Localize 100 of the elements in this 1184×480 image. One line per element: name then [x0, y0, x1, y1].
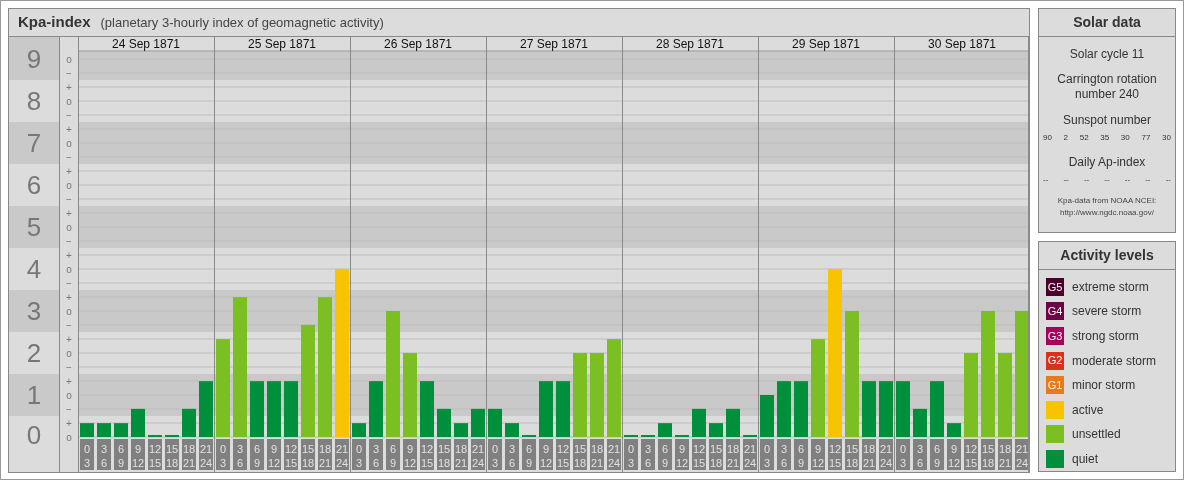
x-tick-label: 3 6	[100, 443, 108, 469]
minor-tick-label: −	[66, 193, 72, 205]
x-tick-label: 6 9	[933, 443, 941, 469]
minor-tick-label: −	[66, 109, 72, 121]
hour-range-label: 3 6	[97, 439, 111, 470]
kp-bar	[437, 408, 451, 437]
kp-bar	[947, 423, 961, 437]
hour-range-label: 15 18	[981, 439, 995, 470]
ap-value: --	[1083, 174, 1090, 186]
kp-bar	[267, 381, 281, 437]
kp-bar	[488, 408, 502, 437]
y-tick-label: 6	[26, 172, 42, 198]
hour-range-label: 3 6	[641, 439, 655, 470]
x-tick-label: 6 9	[253, 443, 261, 469]
hour-range-label: 21 24	[1015, 439, 1029, 470]
kp-bar	[199, 381, 213, 437]
sunspot-number: 77	[1141, 132, 1151, 144]
hour-range-label: 9 12	[267, 439, 281, 470]
x-tick-label: 12 15	[964, 443, 978, 469]
panel-subtitle: (planetary 3-hourly index of geomagnetic activity)	[100, 13, 384, 32]
x-tick-label: 18 21	[182, 443, 196, 469]
sunspot-number: 35	[1100, 132, 1110, 144]
x-tick-label: 0 3	[355, 443, 363, 469]
minor-tick-label: +	[66, 165, 72, 177]
x-tick-label: 18 21	[862, 443, 876, 469]
x-tick-label: 21 24	[199, 443, 213, 469]
solar-cycle: Solar cycle 11	[1069, 46, 1145, 63]
minor-tick-label: +	[66, 123, 72, 135]
ap-value: --	[1043, 174, 1049, 186]
minor-tick-label: o	[66, 137, 72, 149]
ap-value: --	[1145, 174, 1151, 186]
minor-tick-label: o	[66, 95, 72, 107]
ap-title: Daily Ap-index	[1068, 154, 1146, 171]
minor-tick-label: −	[66, 403, 72, 415]
level-swatch: G2	[1046, 351, 1064, 370]
level-swatch: G4	[1046, 302, 1064, 321]
kp-bar	[250, 381, 264, 437]
minor-tick-label: +	[66, 375, 72, 387]
minor-tick-label: −	[66, 319, 72, 331]
hour-range-label: 0 3	[216, 439, 230, 470]
minor-tick-label: +	[66, 417, 72, 429]
minor-tick-label: +	[66, 207, 72, 219]
x-tick-label: 3 6	[916, 443, 924, 469]
x-tick-label: 6 9	[117, 443, 125, 469]
y-tick-label: 8	[26, 88, 42, 114]
hour-range-label: 15 18	[709, 439, 723, 470]
x-tick-label: 3 6	[644, 443, 652, 469]
y-tick-label: 9	[26, 45, 42, 72]
kp-bar	[777, 381, 791, 437]
hour-range-label: 9 12	[131, 439, 145, 470]
hour-range-label: 21 24	[743, 439, 757, 470]
x-tick-label: 15 18	[165, 443, 179, 469]
kp-bar	[352, 423, 366, 437]
date-label: 26 Sep 1871	[383, 37, 453, 51]
kp-bar	[97, 423, 111, 437]
hour-range-label: 0 3	[896, 439, 910, 470]
x-tick-label: 0 3	[219, 443, 227, 469]
kp-bar	[539, 381, 553, 437]
minor-tick-label: o	[66, 263, 72, 275]
hour-range-label: 0 3	[624, 439, 638, 470]
kp-bar	[454, 423, 468, 437]
x-tick-label: 18 21	[318, 443, 332, 469]
hour-range-label: 3 6	[369, 439, 383, 470]
kp-bar	[182, 408, 196, 437]
x-tick-label: 15 18	[845, 443, 859, 469]
x-tick-label: 6 9	[797, 443, 805, 469]
hour-range-label: 12 15	[828, 439, 842, 470]
x-tick-label: 6 9	[525, 443, 533, 469]
level-label: unsettled	[1072, 426, 1121, 444]
x-tick-label: 15 18	[573, 443, 587, 469]
x-tick-label: 9 12	[539, 443, 553, 469]
kp-bar	[896, 381, 910, 437]
kp-bar	[794, 381, 808, 437]
kp-bar	[471, 408, 485, 437]
minor-tick-label: −	[66, 151, 72, 163]
x-tick-label: 21 24	[879, 443, 893, 469]
y-tick-label: 5	[26, 214, 42, 240]
x-tick-label: 15 18	[709, 443, 723, 469]
level-label: quiet	[1072, 450, 1099, 468]
minor-tick-label: −	[66, 277, 72, 289]
level-swatch: G5	[1046, 277, 1064, 296]
kp-bar	[726, 408, 740, 437]
x-tick-label: 18 21	[998, 443, 1012, 469]
minor-tick-label: +	[66, 249, 72, 261]
hour-range-label: 12 15	[420, 439, 434, 470]
ap-value: --	[1124, 174, 1131, 186]
hour-range-label: 18 21	[862, 439, 876, 470]
x-tick-label: 0 3	[899, 443, 907, 469]
x-tick-label: 15 18	[437, 443, 451, 469]
kp-bar	[879, 381, 893, 437]
sunspot-number: 52	[1079, 132, 1089, 144]
sunspot-title: Sunspot number	[1062, 112, 1152, 129]
kp-bar	[913, 408, 927, 437]
level-swatch: G3	[1046, 327, 1064, 345]
hour-range-label: 6 9	[386, 439, 400, 470]
minor-tick-label: o	[66, 347, 72, 359]
hour-range-label: 0 3	[488, 439, 502, 470]
hour-range-label: 6 9	[658, 439, 672, 470]
y-tick-label: 4	[26, 256, 42, 282]
x-tick-label: 18 21	[590, 443, 604, 469]
